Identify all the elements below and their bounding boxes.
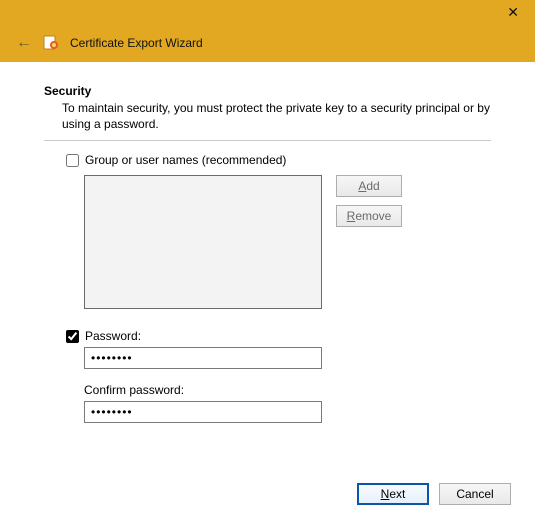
close-icon[interactable]: ✕ bbox=[501, 3, 525, 21]
password-checkbox[interactable] bbox=[66, 330, 79, 343]
section-heading: Security bbox=[44, 84, 491, 98]
group-names-label: Group or user names (recommended) bbox=[85, 153, 286, 167]
password-input[interactable] bbox=[84, 347, 322, 369]
certificate-icon bbox=[42, 34, 60, 52]
cancel-button[interactable]: Cancel bbox=[439, 483, 511, 505]
back-arrow-icon[interactable]: ← bbox=[16, 35, 32, 51]
group-names-checkbox-row[interactable]: Group or user names (recommended) bbox=[66, 153, 491, 167]
window-titlebar: ✕ bbox=[0, 0, 535, 24]
confirm-password-label: Confirm password: bbox=[84, 383, 491, 397]
next-button[interactable]: Next bbox=[357, 483, 429, 505]
divider bbox=[44, 140, 491, 141]
confirm-password-input[interactable] bbox=[84, 401, 322, 423]
password-checkbox-row[interactable]: Password: bbox=[66, 329, 491, 343]
password-label: Password: bbox=[85, 329, 141, 343]
wizard-title: Certificate Export Wizard bbox=[70, 36, 203, 50]
wizard-footer: Next Cancel bbox=[357, 483, 511, 505]
add-button[interactable]: Add bbox=[336, 175, 402, 197]
group-names-list[interactable] bbox=[84, 175, 322, 309]
wizard-content: Security To maintain security, you must … bbox=[0, 62, 535, 423]
section-description: To maintain security, you must protect t… bbox=[44, 100, 491, 132]
group-names-checkbox[interactable] bbox=[66, 154, 79, 167]
wizard-header: ← Certificate Export Wizard bbox=[0, 24, 535, 62]
remove-button[interactable]: Remove bbox=[336, 205, 402, 227]
